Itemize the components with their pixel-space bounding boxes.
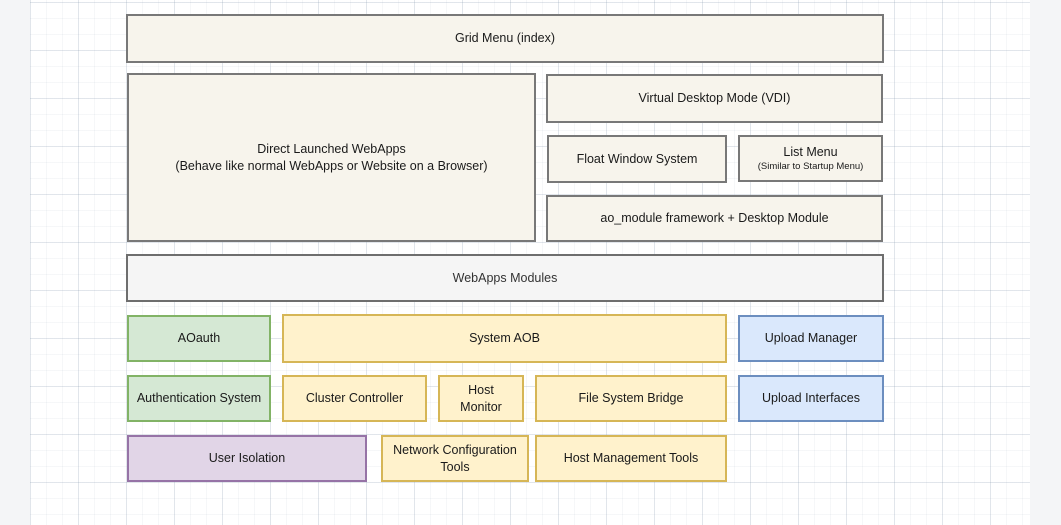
- shape-cluster-controller-label: Cluster Controller: [306, 390, 403, 407]
- shape-upload-manager-label: Upload Manager: [765, 330, 857, 347]
- shape-upload-interfaces[interactable]: Upload Interfaces: [738, 375, 884, 422]
- shape-ao-module-framework-label: ao_module framework + Desktop Module: [600, 210, 828, 227]
- shape-user-isolation[interactable]: User Isolation: [127, 435, 367, 482]
- shape-direct-launched-webapps-label: Direct Launched WebApps: [257, 141, 405, 158]
- shape-webapps-modules-label: WebApps Modules: [453, 270, 558, 287]
- shape-list-menu[interactable]: List Menu (Similar to Startup Menu): [738, 135, 883, 182]
- shape-list-menu-label: List Menu: [783, 144, 837, 161]
- shape-file-system-bridge[interactable]: File System Bridge: [535, 375, 727, 422]
- shape-host-monitor-label: Host Monitor: [446, 382, 516, 416]
- shape-host-management-tools[interactable]: Host Management Tools: [535, 435, 727, 482]
- shape-authentication-system[interactable]: Authentication System: [127, 375, 271, 422]
- diagram-scene: Grid Menu (index) Direct Launched WebApp…: [0, 0, 1061, 525]
- shape-user-isolation-label: User Isolation: [209, 450, 285, 467]
- shape-upload-manager[interactable]: Upload Manager: [738, 315, 884, 362]
- shape-host-monitor[interactable]: Host Monitor: [438, 375, 524, 422]
- shape-grid-menu-label: Grid Menu (index): [455, 30, 555, 47]
- shape-authentication-system-label: Authentication System: [137, 390, 261, 407]
- shape-list-menu-sublabel: (Similar to Startup Menu): [758, 161, 864, 174]
- shape-network-configuration-tools[interactable]: Network Configuration Tools: [381, 435, 529, 482]
- shape-float-window-system[interactable]: Float Window System: [547, 135, 727, 183]
- shape-float-window-system-label: Float Window System: [577, 151, 698, 168]
- shape-network-configuration-tools-label: Network Configuration Tools: [389, 442, 521, 476]
- shape-system-aob[interactable]: System AOB: [282, 314, 727, 363]
- shape-webapps-modules[interactable]: WebApps Modules: [126, 254, 884, 302]
- shape-upload-interfaces-label: Upload Interfaces: [762, 390, 860, 407]
- shape-direct-launched-webapps-sublabel: (Behave like normal WebApps or Website o…: [175, 158, 487, 175]
- shape-grid-menu[interactable]: Grid Menu (index): [126, 14, 884, 63]
- shape-virtual-desktop-mode[interactable]: Virtual Desktop Mode (VDI): [546, 74, 883, 123]
- shape-aoauth[interactable]: AOauth: [127, 315, 271, 362]
- shape-file-system-bridge-label: File System Bridge: [579, 390, 684, 407]
- shape-cluster-controller[interactable]: Cluster Controller: [282, 375, 427, 422]
- shape-ao-module-framework[interactable]: ao_module framework + Desktop Module: [546, 195, 883, 242]
- shape-system-aob-label: System AOB: [469, 330, 540, 347]
- shape-virtual-desktop-mode-label: Virtual Desktop Mode (VDI): [639, 90, 791, 107]
- shape-direct-launched-webapps[interactable]: Direct Launched WebApps (Behave like nor…: [127, 73, 536, 242]
- shape-host-management-tools-label: Host Management Tools: [564, 450, 699, 467]
- shape-aoauth-label: AOauth: [178, 330, 220, 347]
